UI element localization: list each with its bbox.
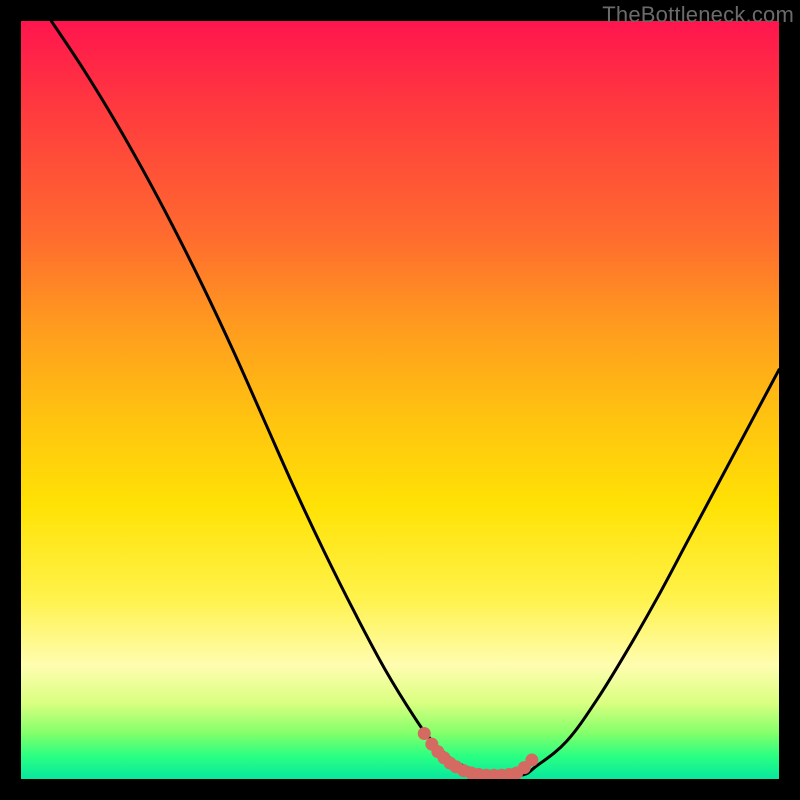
chart-frame: TheBottleneck.com	[0, 0, 800, 800]
chart-svg	[21, 21, 779, 779]
marker-group	[418, 727, 539, 779]
plot-outer	[21, 21, 779, 779]
marker-dot	[418, 727, 431, 740]
marker-dot	[525, 754, 538, 767]
main-curve	[51, 21, 779, 777]
watermark-text: TheBottleneck.com	[602, 2, 794, 28]
